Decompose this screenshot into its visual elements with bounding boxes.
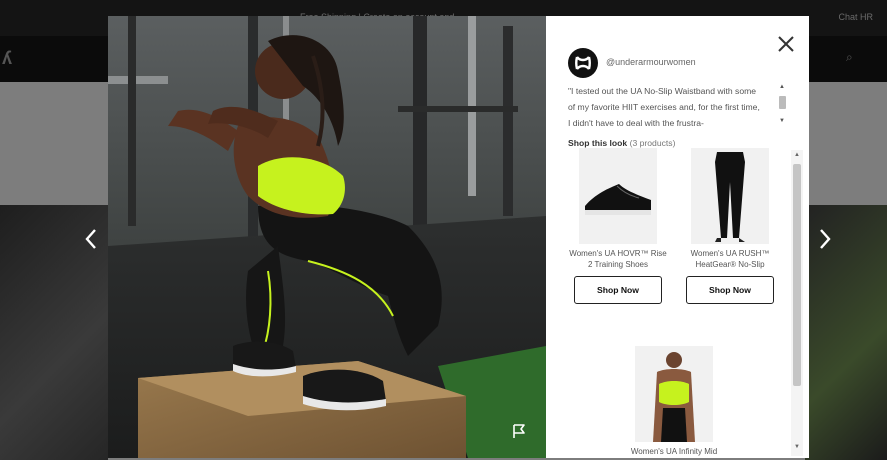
- shop-now-button[interactable]: Shop Now: [686, 276, 774, 304]
- leggings-icon: [715, 152, 745, 242]
- product-name[interactable]: Women's UA Infinity Mid Sports Bra: [624, 446, 724, 458]
- chevron-right-icon: [820, 229, 831, 249]
- shoe-icon: [585, 184, 651, 215]
- product-card: Women's UA HOVR™ Rise 2 Training Shoes S…: [568, 148, 668, 304]
- site-logo-icon: ʎ: [2, 48, 13, 68]
- product-name[interactable]: Women's UA RUSH™ HeatGear® No-Slip Waist…: [680, 248, 780, 272]
- caption-scrollbar[interactable]: ▲ ▼: [778, 84, 787, 128]
- product-image-leggings[interactable]: [691, 148, 769, 244]
- shop-label-text: Shop this look: [568, 138, 628, 148]
- ugc-lightbox-modal: @underarmourwomen "I tested out the UA N…: [108, 16, 809, 458]
- close-button[interactable]: [774, 32, 798, 56]
- next-post-button[interactable]: [812, 224, 836, 254]
- scroll-up-icon[interactable]: ▲: [794, 152, 800, 158]
- avatar[interactable]: [568, 48, 598, 78]
- shop-now-button[interactable]: Shop Now: [574, 276, 662, 304]
- post-caption: "I tested out the UA No-Slip Waistband w…: [568, 86, 760, 128]
- athlete-photo-illustration: [108, 16, 546, 458]
- product-list-scroll-thumb[interactable]: [793, 164, 801, 386]
- sports-bra-icon: [653, 352, 695, 442]
- chevron-left-icon: [85, 229, 96, 249]
- topbar-right-links: Chat HR: [838, 12, 873, 22]
- flag-icon: [513, 424, 525, 438]
- caption-scroll-thumb[interactable]: [779, 96, 786, 109]
- product-name[interactable]: Women's UA HOVR™ Rise 2 Training Shoes: [568, 248, 668, 272]
- product-image-sports-bra[interactable]: [635, 346, 713, 442]
- report-flag-button[interactable]: [510, 422, 528, 440]
- product-card: Women's UA RUSH™ HeatGear® No-Slip Waist…: [680, 148, 780, 304]
- post-details-panel: @underarmourwomen "I tested out the UA N…: [546, 16, 809, 458]
- product-image-shoe[interactable]: [579, 148, 657, 244]
- search-icon: ⌕: [846, 50, 853, 64]
- product-count: (3 products): [629, 138, 676, 148]
- scroll-down-icon[interactable]: ▼: [779, 118, 785, 124]
- product-list-scrollbar[interactable]: ▲ ▼: [791, 150, 803, 456]
- close-icon: [778, 36, 794, 52]
- scroll-down-icon[interactable]: ▼: [794, 444, 800, 450]
- shop-this-look-heading: Shop this look (3 products): [568, 138, 675, 148]
- product-list: Women's UA HOVR™ Rise 2 Training Shoes S…: [568, 148, 784, 458]
- scroll-up-icon[interactable]: ▲: [779, 84, 785, 90]
- under-armour-logo-icon: [575, 56, 591, 70]
- author-handle[interactable]: @underarmourwomen: [606, 57, 696, 67]
- post-photo: [108, 16, 546, 458]
- previous-post-button[interactable]: [80, 224, 104, 254]
- product-card: Women's UA Infinity Mid Sports Bra: [624, 346, 724, 458]
